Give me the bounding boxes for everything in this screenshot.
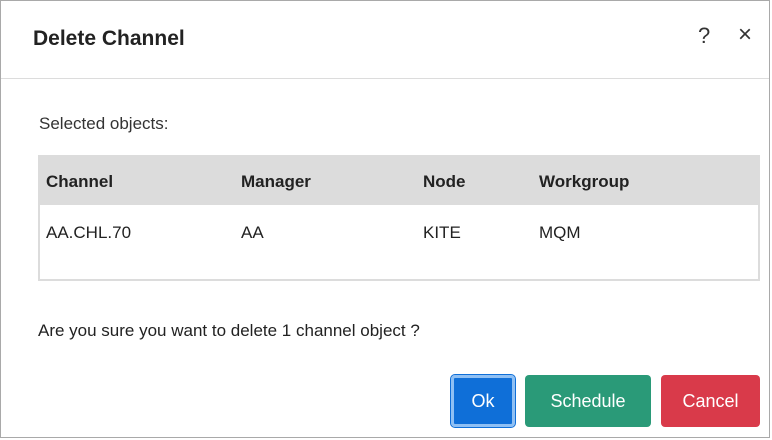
schedule-button[interactable]: Schedule [525, 375, 651, 427]
column-header-manager[interactable]: Manager [241, 172, 311, 192]
delete-channel-dialog: Delete Channel ? × Selected objects: Cha… [0, 0, 770, 438]
selected-objects-table: Channel Manager Node Workgroup AA.CHL.70… [38, 155, 760, 281]
cell-workgroup: MQM [539, 223, 581, 242]
cell-node: KITE [423, 223, 461, 242]
close-icon[interactable]: × [738, 21, 752, 49]
cancel-button[interactable]: Cancel [661, 375, 760, 427]
ok-button[interactable]: Ok [450, 374, 516, 428]
cell-channel: AA.CHL.70 [46, 223, 132, 242]
selected-objects-label: Selected objects: [39, 114, 169, 133]
confirmation-message: Are you sure you want to delete 1 channe… [38, 321, 420, 340]
dialog-title: Delete Channel [33, 27, 185, 50]
dialog-titlebar: Delete Channel ? × [1, 1, 769, 79]
column-header-workgroup[interactable]: Workgroup [539, 172, 629, 192]
column-header-channel[interactable]: Channel [46, 172, 113, 192]
table-header: Channel Manager Node Workgroup [40, 157, 758, 205]
help-icon[interactable]: ? [698, 23, 710, 49]
cell-manager: AA [241, 223, 264, 242]
column-header-node[interactable]: Node [423, 172, 466, 192]
